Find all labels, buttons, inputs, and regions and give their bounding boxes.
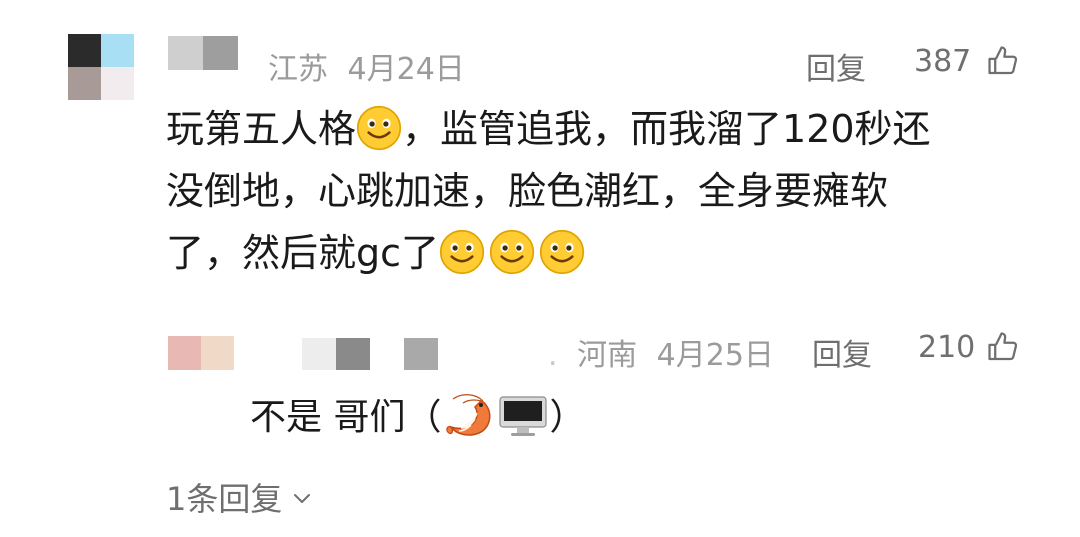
comment-meta: 江苏 4月24日 bbox=[268, 44, 465, 88]
chevron-down-icon bbox=[294, 494, 311, 503]
reply-text: 不是 哥们（ ） bbox=[250, 388, 585, 441]
reply-text-segment: 不是 哥们（ bbox=[250, 397, 442, 438]
meta-dot: . bbox=[548, 338, 558, 373]
reply-like-count: 210 bbox=[918, 330, 976, 365]
reply-text-segment: ） bbox=[549, 397, 586, 438]
comment-location: 江苏 bbox=[268, 52, 328, 87]
thumbs-up-icon[interactable] bbox=[986, 44, 1020, 78]
shrimp-emoji-icon bbox=[446, 394, 491, 436]
smile-emoji-icon bbox=[439, 229, 485, 275]
computer-emoji-icon bbox=[499, 396, 548, 436]
reply-meta: . 河南 4月25日 bbox=[548, 330, 774, 374]
comment-username-masked[interactable] bbox=[168, 36, 238, 70]
more-replies-label: 1条回复 bbox=[166, 480, 283, 518]
comment-date: 4月24日 bbox=[347, 52, 465, 87]
comment-reply-button[interactable]: 回复 bbox=[806, 44, 866, 88]
thumbs-up-icon[interactable] bbox=[986, 330, 1020, 364]
reply-reply-button[interactable]: 回复 bbox=[812, 330, 872, 374]
smile-emoji-icon bbox=[539, 229, 585, 275]
smile-emoji-icon bbox=[356, 105, 402, 151]
reply-date: 4月25日 bbox=[656, 338, 774, 373]
comment-text-line-2: 没倒地，心跳加速，脸色潮红，全身要瘫软 bbox=[166, 169, 889, 213]
more-replies-button[interactable]: 1条回复 bbox=[166, 474, 312, 520]
comment-text-line-1: 玩第五人格 ，监管追我，而我溜了120秒还 bbox=[166, 98, 931, 160]
reply-location: 河南 bbox=[577, 338, 638, 373]
reply-username-masked[interactable] bbox=[302, 338, 438, 370]
comment-avatar[interactable] bbox=[68, 34, 134, 100]
comment-text-segment: 玩第五人格 bbox=[166, 107, 357, 151]
comment-like-count: 387 bbox=[914, 44, 972, 79]
smile-emoji-icon bbox=[489, 229, 535, 275]
comment-text-segment: 了，然后就gc了 bbox=[166, 231, 440, 275]
reply-avatar[interactable] bbox=[168, 336, 234, 370]
comment-text-line-3: 了，然后就gc了 bbox=[166, 222, 585, 284]
comment-text-segment: ，监管追我，而我溜了120秒还 bbox=[402, 107, 931, 151]
